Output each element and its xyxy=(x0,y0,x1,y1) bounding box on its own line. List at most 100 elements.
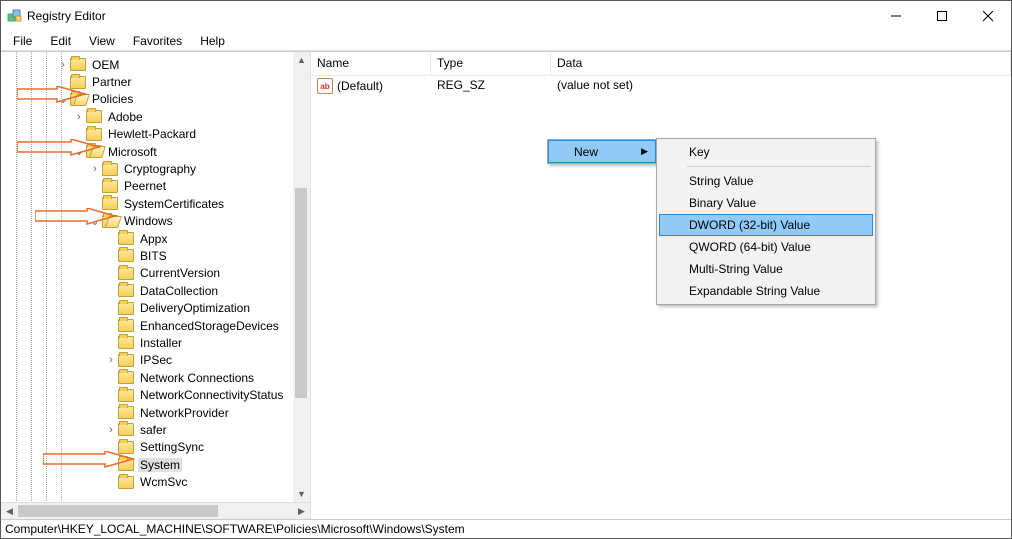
tree-item-label: Windows xyxy=(122,214,175,228)
tree-item[interactable]: ⌄ Windows xyxy=(1,213,310,230)
folder-icon xyxy=(118,423,134,436)
expand-closed-icon[interactable]: › xyxy=(105,424,117,436)
folder-icon xyxy=(118,336,134,349)
folder-icon xyxy=(86,128,102,141)
expand-open-icon[interactable]: ⌄ xyxy=(73,145,85,158)
tree-item[interactable]: SettingSync xyxy=(1,439,310,456)
menu-file[interactable]: File xyxy=(5,31,40,51)
folder-icon xyxy=(118,232,134,245)
tree-item[interactable]: Installer xyxy=(1,334,310,351)
window-title: Registry Editor xyxy=(27,9,106,23)
folder-open-icon xyxy=(70,93,86,106)
tree-item[interactable]: WcmSvc xyxy=(1,473,310,490)
tree-item[interactable]: ⌄Microsoft xyxy=(1,143,310,160)
value-name: (Default) xyxy=(337,79,383,93)
tree-item[interactable]: ›IPSec xyxy=(1,352,310,369)
tree-item-label: System xyxy=(138,458,182,472)
tree-item[interactable]: BITS xyxy=(1,247,310,264)
submenu-item[interactable]: Key xyxy=(659,141,873,163)
scroll-down-button[interactable]: ▼ xyxy=(293,486,310,502)
tree-item-label: Peernet xyxy=(122,179,168,193)
minimize-button[interactable] xyxy=(873,1,919,31)
string-value-icon: ab xyxy=(317,78,333,94)
folder-icon xyxy=(70,76,86,89)
tree-item[interactable]: NetworkProvider xyxy=(1,404,310,421)
context-menu[interactable]: New ▶ xyxy=(547,139,657,164)
tree-item-label: Cryptography xyxy=(122,162,198,176)
tree-horizontal-scrollbar[interactable]: ◀ ▶ xyxy=(1,502,310,519)
folder-icon xyxy=(86,110,102,123)
tree-item[interactable]: › Adobe xyxy=(1,108,310,125)
tree-item-label: CurrentVersion xyxy=(138,266,222,280)
submenu-item[interactable]: Binary Value xyxy=(659,192,873,214)
tree-item[interactable]: EnhancedStorageDevices xyxy=(1,317,310,334)
tree-panel: › OEMPartner⌄Policies › Adobe Hewlett-Packar… xyxy=(1,52,311,519)
expand-closed-icon[interactable]: › xyxy=(105,354,117,366)
tree-item-label: SettingSync xyxy=(138,440,206,454)
expand-closed-icon[interactable]: › xyxy=(89,163,101,175)
folder-icon xyxy=(118,354,134,367)
tree-item-label: EnhancedStorageDevices xyxy=(138,319,281,333)
tree-item[interactable]: NetworkConnectivityStatus xyxy=(1,386,310,403)
scroll-up-button[interactable]: ▲ xyxy=(293,52,310,68)
menu-help[interactable]: Help xyxy=(192,31,233,51)
scroll-thumb[interactable] xyxy=(295,188,307,398)
context-submenu[interactable]: Key String ValueBinary ValueDWORD (32-bit… xyxy=(656,138,876,305)
tree-item[interactable]: Network Connections xyxy=(1,369,310,386)
tree-item[interactable]: Hewlett-Packard xyxy=(1,126,310,143)
folder-icon xyxy=(118,302,134,315)
folder-icon xyxy=(102,163,118,176)
tree-item[interactable]: Partner xyxy=(1,73,310,90)
menu-view[interactable]: View xyxy=(81,31,123,51)
value-row[interactable]: ab(Default)REG_SZ(value not set) xyxy=(311,76,1011,96)
submenu-item[interactable]: String Value xyxy=(659,170,873,192)
folder-open-icon xyxy=(102,215,118,228)
folder-icon xyxy=(118,371,134,384)
values-panel: Name Type Data ab(Default)REG_SZ(value n… xyxy=(311,52,1011,519)
scroll-left-button[interactable]: ◀ xyxy=(1,503,18,519)
expand-closed-icon[interactable]: › xyxy=(57,59,69,71)
expand-open-icon[interactable]: ⌄ xyxy=(89,215,101,228)
tree-item-label: Installer xyxy=(138,336,184,350)
menu-bar: File Edit View Favorites Help xyxy=(1,31,1011,51)
tree-item[interactable]: ›safer xyxy=(1,421,310,438)
expand-open-icon[interactable]: ⌄ xyxy=(57,93,69,106)
maximize-button[interactable] xyxy=(919,1,965,31)
context-label-new: New xyxy=(574,145,598,159)
scroll-right-button[interactable]: ▶ xyxy=(293,503,310,519)
folder-icon xyxy=(70,58,86,71)
close-button[interactable] xyxy=(965,1,1011,31)
tree-item[interactable]: Peernet xyxy=(1,178,310,195)
submenu-item[interactable]: Expandable String Value xyxy=(659,280,873,302)
tree-item[interactable]: Appx xyxy=(1,230,310,247)
tree-item-label: WcmSvc xyxy=(138,475,189,489)
tree-item[interactable]: SystemCertificates xyxy=(1,195,310,212)
tree-item[interactable]: ⌄Policies xyxy=(1,91,310,108)
submenu-item[interactable]: Multi-String Value xyxy=(659,258,873,280)
menu-favorites[interactable]: Favorites xyxy=(125,31,190,51)
tree-item-label: Adobe xyxy=(106,110,145,124)
submenu-item[interactable]: DWORD (32-bit) Value xyxy=(659,214,873,236)
tree-item[interactable]: System xyxy=(1,456,310,473)
app-icon xyxy=(7,8,23,24)
column-type[interactable]: Type xyxy=(431,52,551,75)
tree-item[interactable]: › OEM xyxy=(1,56,310,73)
menu-separator xyxy=(687,166,871,167)
column-name[interactable]: Name xyxy=(311,52,431,75)
expand-closed-icon[interactable]: › xyxy=(73,111,85,123)
menu-edit[interactable]: Edit xyxy=(42,31,79,51)
scroll-thumb[interactable] xyxy=(18,505,218,517)
tree-item-label: OEM xyxy=(90,58,121,72)
context-menu-new[interactable]: New ▶ xyxy=(548,140,656,163)
column-data[interactable]: Data xyxy=(551,52,1011,75)
tree-vertical-scrollbar[interactable]: ▲ ▼ xyxy=(293,52,310,502)
submenu-item[interactable]: QWORD (64-bit) Value xyxy=(659,236,873,258)
tree-item[interactable]: CurrentVersion xyxy=(1,265,310,282)
tree-item-label: NetworkProvider xyxy=(138,406,231,420)
folder-icon xyxy=(118,458,134,471)
tree-item[interactable]: DeliveryOptimization xyxy=(1,299,310,316)
tree-item-label: Hewlett-Packard xyxy=(106,127,198,141)
tree-item[interactable]: DataCollection xyxy=(1,282,310,299)
title-bar: Registry Editor xyxy=(1,1,1011,31)
tree-item[interactable]: › Cryptography xyxy=(1,160,310,177)
